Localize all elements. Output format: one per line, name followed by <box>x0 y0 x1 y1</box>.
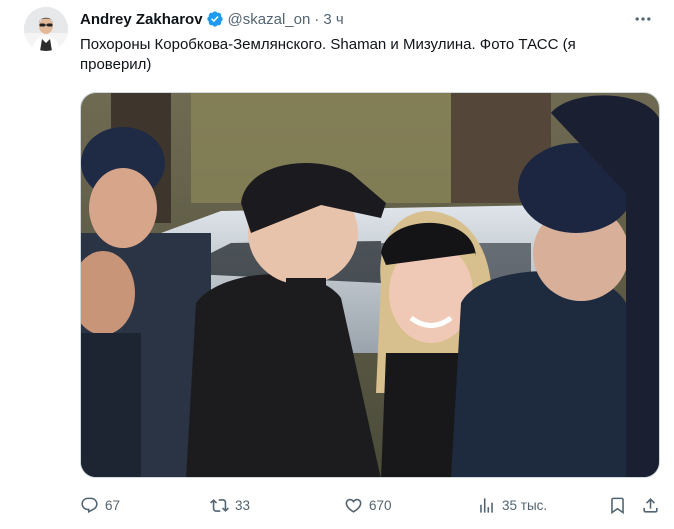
retweet-count: 33 <box>235 497 251 513</box>
bookmark-icon <box>611 497 624 514</box>
reply-icon <box>81 497 98 513</box>
tweet-text: Похороны Коробкова-Землянского. Shaman и… <box>80 36 580 73</box>
retweet-icon <box>210 498 229 512</box>
tweet-header: Andrey Zakharov @skazal_on · 3 ч <box>80 8 344 30</box>
reply-count: 67 <box>105 497 121 513</box>
share-icon <box>643 497 658 513</box>
retweet-button[interactable]: 33 <box>210 494 250 516</box>
separator-dot: · <box>314 10 320 28</box>
verified-badge-icon <box>206 10 224 28</box>
tweet: Andrey Zakharov @skazal_on · 3 ч Похорон… <box>0 0 674 529</box>
author-handle[interactable]: @skazal_on <box>228 11 311 28</box>
bookmark-button[interactable] <box>608 494 627 516</box>
action-bar: 67 33 670 35 тыс. <box>80 494 662 516</box>
views-button[interactable]: 35 тыс. <box>477 494 547 516</box>
more-options-button[interactable] <box>630 6 656 32</box>
share-button[interactable] <box>641 494 660 516</box>
views-icon <box>480 497 493 513</box>
avatar[interactable] <box>24 7 68 51</box>
tweet-photo[interactable] <box>80 92 660 478</box>
heart-icon <box>345 498 362 513</box>
like-count: 670 <box>369 497 392 513</box>
like-button[interactable]: 670 <box>344 494 392 516</box>
reply-button[interactable]: 67 <box>80 494 120 516</box>
views-count: 35 тыс. <box>502 497 548 513</box>
more-icon <box>635 17 651 21</box>
author-name[interactable]: Andrey Zakharov <box>80 11 203 28</box>
timestamp[interactable]: 3 ч <box>323 11 343 28</box>
